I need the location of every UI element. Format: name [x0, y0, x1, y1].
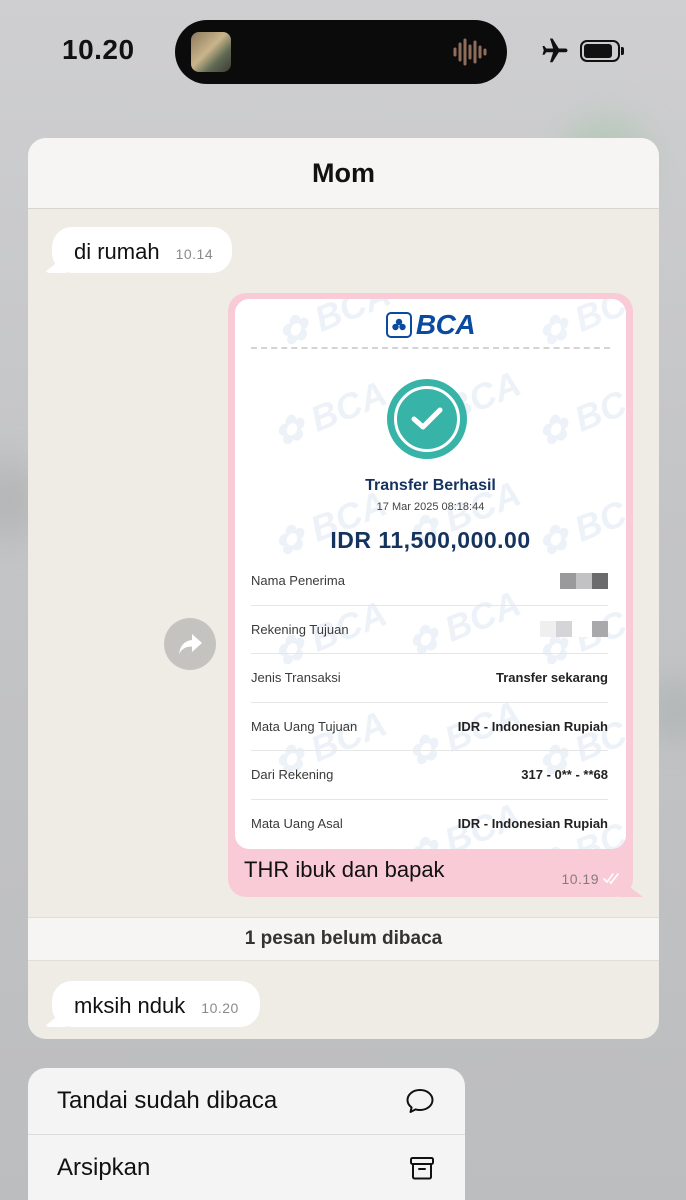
message-text: mksih nduk	[74, 993, 186, 1018]
unread-count-text: 1 pesan belum dibaca	[244, 928, 443, 949]
message-time: 10.20	[201, 1000, 239, 1016]
detail-row: Mata Uang Tujuan IDR - Indonesian Rupiah	[251, 703, 608, 751]
menu-item-archive[interactable]: Arsipkan	[28, 1135, 465, 1200]
message-time: 10.14	[175, 246, 214, 262]
archive-box-icon	[410, 1157, 434, 1180]
menu-item-label: Tandai sudah dibaca	[57, 1087, 278, 1114]
detail-value: IDR - Indonesian Rupiah	[457, 816, 608, 832]
redacted-value	[560, 572, 608, 589]
detail-label: Rekening Tujuan	[251, 621, 349, 637]
detail-row: Nama Penerima	[251, 557, 608, 606]
success-check-icon	[387, 379, 467, 459]
image-caption: THR ibuk dan bapak	[244, 857, 445, 882]
transfer-status-title: Transfer Berhasil	[365, 477, 496, 494]
unread-messages-banner: 1 pesan belum dibaca	[28, 917, 659, 961]
dynamic-island[interactable]	[175, 20, 507, 84]
chat-header: Mom	[28, 138, 659, 209]
voice-waveform-icon	[453, 38, 487, 66]
detail-row: Rekening Tujuan	[251, 606, 608, 654]
detail-row: Jenis Transaksi Transfer sekarang	[251, 654, 608, 703]
airplane-mode-icon	[542, 38, 568, 63]
message-text: di rumah	[74, 239, 160, 264]
battery-icon	[580, 40, 624, 62]
menu-item-mark-as-read[interactable]: Tandai sudah dibaca	[28, 1068, 465, 1135]
bca-mark-icon	[385, 312, 412, 338]
divider	[251, 347, 610, 349]
forward-button[interactable]	[164, 618, 216, 670]
detail-label: Mata Uang Asal	[251, 816, 343, 832]
chat-preview-card[interactable]: Mom di rumah 10.14 ✿ BCA ✿ BCA ✿ BCA ✿ B…	[28, 138, 659, 1039]
chat-title: Mom	[312, 157, 375, 188]
redacted-value	[540, 621, 608, 638]
incoming-message[interactable]: mksih nduk 10.20	[44, 981, 260, 1027]
detail-row: Mata Uang Asal IDR - Indonesian Rupiah	[251, 800, 608, 849]
transfer-amount: IDR 11,500,000.00	[330, 527, 531, 553]
transfer-receipt-image[interactable]: ✿ BCA ✿ BCA ✿ BCA ✿ BCA ✿ BCA ✿ BCA ✿ BC…	[235, 299, 626, 849]
status-time: 10.20	[62, 34, 135, 65]
menu-item-label: Arsipkan	[57, 1154, 151, 1181]
detail-label: Mata Uang Tujuan	[251, 718, 358, 734]
detail-value: IDR - Indonesian Rupiah	[457, 718, 608, 734]
chat-bubble-icon	[406, 1089, 434, 1113]
bank-name: BCA	[415, 309, 476, 340]
transfer-datetime: 17 Mar 2025 08:18:44	[376, 501, 485, 513]
island-avatar	[191, 32, 231, 72]
context-menu: Tandai sudah dibaca Arsipkan	[28, 1068, 465, 1200]
detail-label: Nama Penerima	[251, 573, 345, 589]
chat-messages: di rumah 10.14 ✿ BCA ✿ BCA ✿ BCA ✿ BCA ✿…	[28, 209, 659, 1039]
detail-value: 317 - 0** - **68	[521, 767, 608, 783]
detail-row: Dari Rekening 317 - 0** - **68	[251, 751, 608, 800]
outgoing-image-message[interactable]: ✿ BCA ✿ BCA ✿ BCA ✿ BCA ✿ BCA ✿ BCA ✿ BC…	[228, 293, 643, 897]
incoming-message[interactable]: di rumah 10.14	[44, 227, 232, 273]
detail-value: Transfer sekarang	[495, 670, 608, 686]
forward-arrow-icon	[179, 634, 202, 654]
detail-label: Dari Rekening	[251, 767, 334, 783]
bca-logo: BCA	[235, 309, 626, 341]
transfer-details: Nama Penerima Rekening Tujuan Jenis Tran…	[251, 557, 608, 848]
read-ticks-icon	[603, 873, 619, 885]
detail-label: Jenis Transaksi	[251, 670, 341, 686]
message-time: 10.19	[561, 871, 599, 887]
